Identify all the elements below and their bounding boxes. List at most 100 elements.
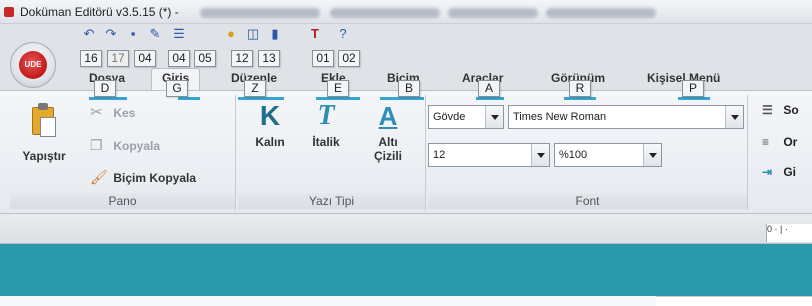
keytip-qat-1: 16 <box>80 50 102 67</box>
copy-icon: ❐ <box>90 137 103 153</box>
format-painter-button[interactable]: 🖌 Biçim Kopyala <box>90 169 196 186</box>
redo-icon[interactable]: ↷ <box>104 27 118 41</box>
keytip-underline-ekle <box>316 97 360 100</box>
comment-icon[interactable]: ▮ <box>268 27 282 41</box>
paste-button[interactable]: Yapıştır <box>14 103 74 163</box>
keytip-qat-6: 12 <box>231 50 253 67</box>
document-page[interactable] <box>656 296 812 306</box>
chevron-down-icon[interactable] <box>643 144 661 166</box>
clipboard-icon <box>30 103 58 137</box>
app-icon <box>4 7 14 17</box>
keytip-qat-3: 04 <box>134 50 156 67</box>
font-family-value: Times New Roman <box>513 111 607 123</box>
align-center-button[interactable]: ≡ Or <box>762 135 797 149</box>
title-bar: Doküman Editörü v3.5.15 (*) - <box>0 0 812 24</box>
bold-label: Kalın <box>255 135 285 149</box>
list-icon[interactable]: ☰ <box>172 27 186 41</box>
style-select[interactable]: Gövde <box>428 105 504 129</box>
group-label-yazi-tipi: Yazı Tipi <box>238 193 425 209</box>
keytip-qat-8: 01 <box>312 50 334 67</box>
keytip-underline-dosya <box>89 97 127 100</box>
indent-button[interactable]: ⇥ Gi <box>762 165 796 179</box>
copy-label: Kopyala <box>113 139 161 153</box>
cut-label: Kes <box>113 106 136 120</box>
shape-icon[interactable]: ◫ <box>246 27 260 41</box>
ribbon-panel: Yapıştır ✂ Kes ❐ Kopyala 🖌 Biçim Kopyala… <box>0 90 812 214</box>
keytip-tab-araclar: A <box>478 80 500 97</box>
paste-label: Yapıştır <box>22 149 66 163</box>
align-center-icon: ≡ <box>762 135 770 149</box>
italic-label: İtalik <box>312 135 340 149</box>
italic-icon: T <box>317 100 335 131</box>
group-font: Gövde Times New Roman 12 %100 Font <box>428 95 748 210</box>
keytip-tab-ekle: E <box>327 80 349 97</box>
keytip-underline-giris <box>178 97 200 100</box>
scale-value: %100 <box>559 149 588 161</box>
redacted-path-3 <box>448 8 538 18</box>
keytip-underline-duzenle <box>238 97 284 100</box>
quick-access-toolbar: ↶ ↷ ▪ ✎ ☰ ● ◫ ▮ T ? <box>74 27 374 45</box>
lightbulb-icon[interactable]: ● <box>224 27 238 41</box>
indent-icon: ⇥ <box>762 165 773 179</box>
copy-button[interactable]: ❐ Kopyala <box>90 137 160 154</box>
chevron-down-icon[interactable] <box>531 144 549 166</box>
save-icon[interactable]: ▪ <box>126 27 140 41</box>
ruler: 0 · | · <box>766 224 812 242</box>
redacted-path-1 <box>200 8 320 18</box>
keytip-underline-kisisel-menu <box>678 97 710 100</box>
keytip-tab-duzenle: Z <box>244 80 266 97</box>
keytip-qat-7: 13 <box>258 50 280 67</box>
bold-button[interactable]: K Kalın <box>248 100 292 150</box>
scissors-icon: ✂ <box>90 104 103 121</box>
edit-icon[interactable]: ✎ <box>148 27 162 41</box>
keytip-tab-giris: G <box>166 80 188 97</box>
group-pano: Yapıştır ✂ Kes ❐ Kopyala 🖌 Biçim Kopyala… <box>10 95 236 210</box>
keytip-underline-bicim <box>380 97 424 100</box>
format-painter-icon: 🖌 <box>90 169 108 185</box>
chevron-down-icon[interactable] <box>485 106 503 128</box>
font-family-select[interactable]: Times New Roman <box>508 105 744 129</box>
italic-button[interactable]: T İtalik <box>304 100 348 150</box>
help-icon[interactable]: ? <box>336 27 350 41</box>
document-header-band <box>0 244 812 296</box>
indent-label: Gi <box>783 165 797 179</box>
window-title: Doküman Editörü v3.5.15 (*) - <box>20 5 179 19</box>
toolbar-strip <box>0 214 812 244</box>
redacted-path-2 <box>330 8 440 18</box>
underline-button[interactable]: A Altı Çizili <box>366 101 410 163</box>
group-label-font: Font <box>428 193 747 209</box>
group-yazi-tipi: K Kalın T İtalik A Altı Çizili Yazı Tipi <box>238 95 426 210</box>
keytip-underline-araclar <box>476 97 504 100</box>
font-size-value: 12 <box>433 149 446 161</box>
underline-label-line1: Altı <box>378 135 398 149</box>
redacted-path-4 <box>546 8 656 18</box>
keytip-qat-4: 04 <box>168 50 190 67</box>
font-size-select[interactable]: 12 <box>428 143 550 167</box>
keytip-tab-gorunum: R <box>569 80 591 97</box>
bold-icon: K <box>259 100 281 131</box>
editor-area[interactable] <box>0 296 656 306</box>
align-left-button[interactable]: ☰ So <box>762 103 799 117</box>
keytip-tab-bicim: B <box>398 80 420 97</box>
format-painter-label: Biçim Kopyala <box>113 171 197 185</box>
keytip-qat-5: 05 <box>194 50 216 67</box>
keytip-tab-kisisel-menu: P <box>682 80 704 97</box>
group-label-pano: Pano <box>10 193 235 209</box>
align-center-label: Or <box>783 135 798 149</box>
keytip-qat-9: 02 <box>338 50 360 67</box>
keytip-underline-gorunum <box>564 97 596 100</box>
text-format-icon[interactable]: T <box>308 27 322 41</box>
keytip-tab-dosya: D <box>94 80 116 97</box>
application-window: Doküman Editörü v3.5.15 (*) - UDE ↶ ↷ ▪ … <box>0 0 812 306</box>
cut-button[interactable]: ✂ Kes <box>90 103 135 121</box>
underline-label-line2: Çizili <box>373 149 402 163</box>
align-left-label: So <box>783 103 799 117</box>
keytip-qat-2: 17 <box>107 50 129 67</box>
style-select-value: Gövde <box>433 111 466 123</box>
chevron-down-icon[interactable] <box>725 106 743 128</box>
scale-select[interactable]: %100 <box>554 143 662 167</box>
underline-icon: A <box>378 101 398 131</box>
undo-icon[interactable]: ↶ <box>82 27 96 41</box>
align-left-icon: ☰ <box>762 103 773 117</box>
group-paragraph: ☰ So ≡ Or ⇥ Gi <box>752 95 812 210</box>
